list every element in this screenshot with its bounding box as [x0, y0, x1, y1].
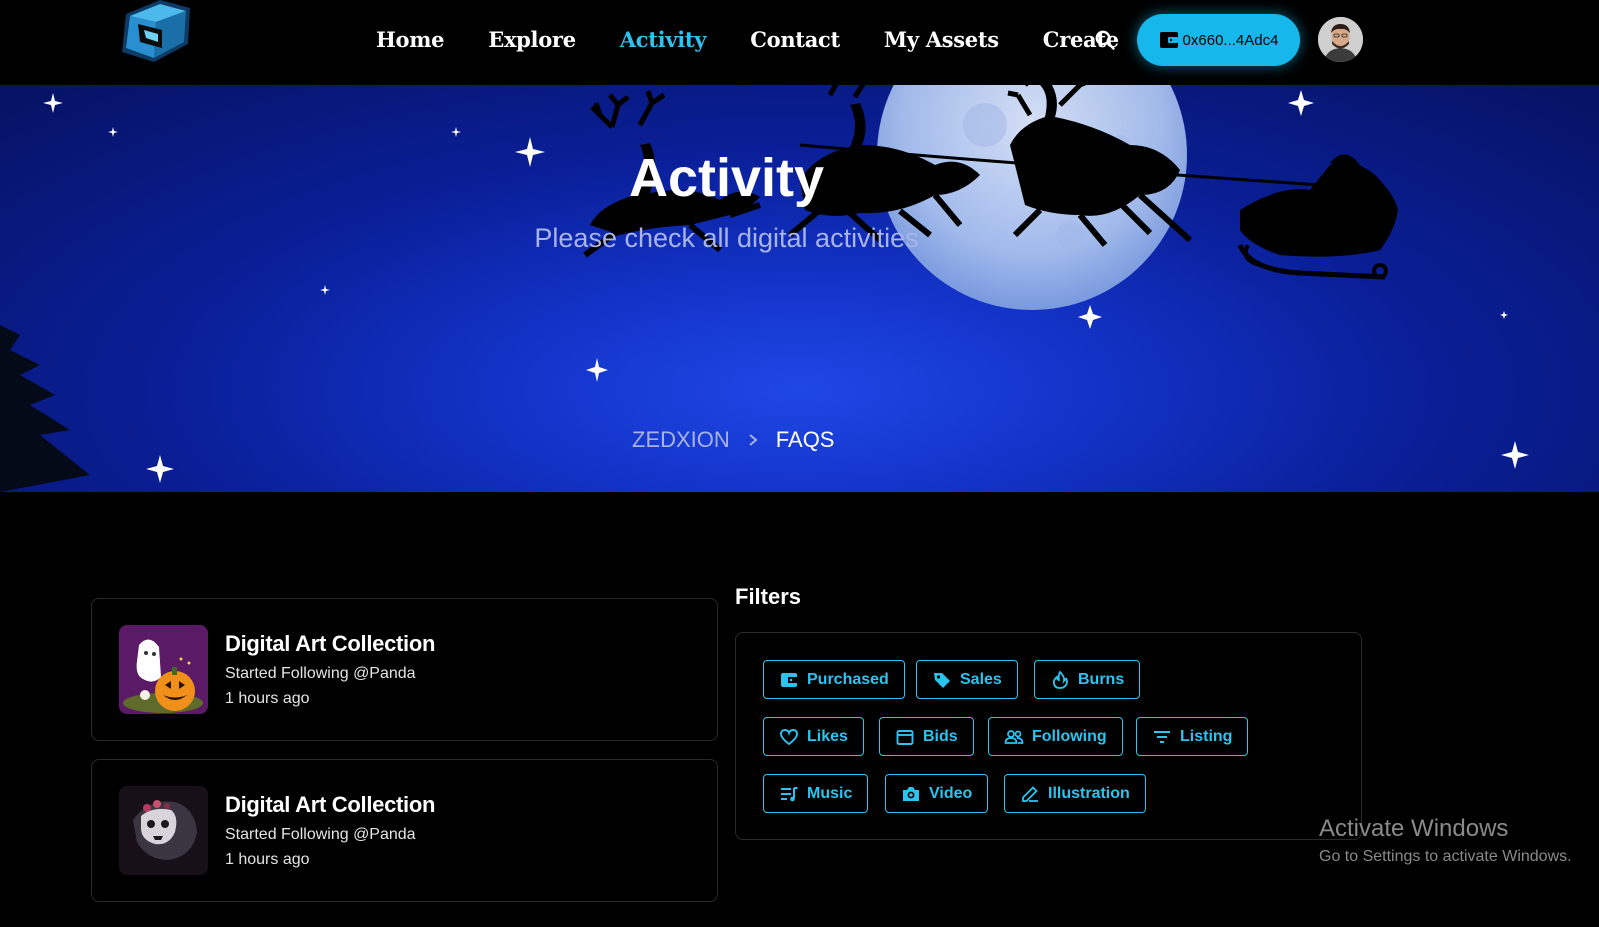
- main-menu: Home Explore Activity Contact My Assets …: [376, 22, 1163, 58]
- filter-label: Music: [807, 784, 853, 802]
- filter-label: Likes: [807, 727, 848, 745]
- wallet-connect-button[interactable]: 0x660...4Adc4: [1137, 14, 1300, 66]
- activity-description: Started Following @Panda: [225, 826, 416, 843]
- wallet-address: 0x660...4Adc4: [1182, 31, 1279, 49]
- filter-illustration[interactable]: Illustration: [1004, 774, 1146, 813]
- activity-card[interactable]: Digital Art Collection Started Following…: [91, 598, 718, 741]
- activity-thumbnail: [119, 786, 208, 875]
- heart-icon: [780, 728, 798, 745]
- activity-thumbnail: [119, 625, 208, 714]
- activity-time: 1 hours ago: [225, 690, 310, 707]
- wallet-icon: [1159, 32, 1178, 48]
- activity-title: Digital Art Collection: [225, 631, 436, 656]
- avatar[interactable]: [1318, 17, 1363, 62]
- tag-icon: [934, 672, 950, 688]
- windows-watermark-subtitle: Go to Settings to activate Windows.: [1319, 848, 1572, 865]
- playlist-icon: [781, 786, 798, 801]
- filter-label: Burns: [1078, 670, 1125, 688]
- filter-label: Illustration: [1048, 784, 1130, 802]
- calendar-icon: [896, 729, 914, 745]
- nav-contact[interactable]: Contact: [750, 22, 840, 58]
- filter-label: Sales: [960, 670, 1002, 688]
- filter-label: Bids: [923, 727, 958, 745]
- filter-bids[interactable]: Bids: [879, 717, 974, 756]
- filter-sales[interactable]: Sales: [916, 660, 1018, 699]
- filters-heading: Filters: [735, 584, 802, 609]
- filter-likes[interactable]: Likes: [763, 717, 864, 756]
- filters-panel: Purchased Sales Burns Likes Bids Followi…: [735, 632, 1362, 840]
- filter-label: Following: [1032, 727, 1107, 745]
- filter-listing[interactable]: Listing: [1136, 717, 1249, 756]
- chevron-right-icon: [749, 434, 758, 446]
- people-icon: [1004, 729, 1024, 744]
- breadcrumb-current: FAQS: [775, 427, 835, 452]
- filter-label: Listing: [1180, 727, 1233, 745]
- wallet-icon: [781, 672, 797, 687]
- hero-banner: Activity Please check all digital activi…: [0, 85, 1599, 492]
- nav-home[interactable]: Home: [376, 22, 445, 58]
- filter-music[interactable]: Music: [763, 774, 869, 813]
- page-subtitle: Please check all digital activities: [534, 223, 919, 253]
- pen-icon: [1022, 785, 1038, 802]
- activity-title: Digital Art Collection: [225, 792, 436, 817]
- nav-activity[interactable]: Activity: [620, 22, 707, 58]
- camera-icon: [903, 786, 919, 801]
- breadcrumb-home[interactable]: ZEDXION: [632, 427, 730, 453]
- filter-following[interactable]: Following: [988, 717, 1123, 756]
- breadcrumb: ZEDXION FAQS: [632, 427, 834, 453]
- fire-icon: [1052, 669, 1068, 689]
- nav-my-assets[interactable]: My Assets: [884, 22, 999, 58]
- filter-video[interactable]: Video: [885, 774, 989, 813]
- page-title: Activity: [628, 148, 825, 208]
- filter-label: Video: [929, 784, 973, 802]
- activity-time: 1 hours ago: [225, 851, 310, 868]
- activity-description: Started Following @Panda: [225, 665, 416, 682]
- filter-label: Purchased: [807, 670, 889, 688]
- filter-burns[interactable]: Burns: [1034, 660, 1141, 699]
- filter-icon: [1154, 730, 1170, 743]
- logo[interactable]: [116, 0, 194, 66]
- filter-purchased[interactable]: Purchased: [763, 660, 905, 699]
- windows-watermark-title: Activate Windows: [1319, 815, 1509, 842]
- activity-card[interactable]: Digital Art Collection Started Following…: [91, 759, 718, 902]
- top-nav: Home Explore Activity Contact My Assets …: [0, 0, 1599, 85]
- nav-explore[interactable]: Explore: [488, 22, 576, 58]
- search-icon[interactable]: [1093, 28, 1117, 52]
